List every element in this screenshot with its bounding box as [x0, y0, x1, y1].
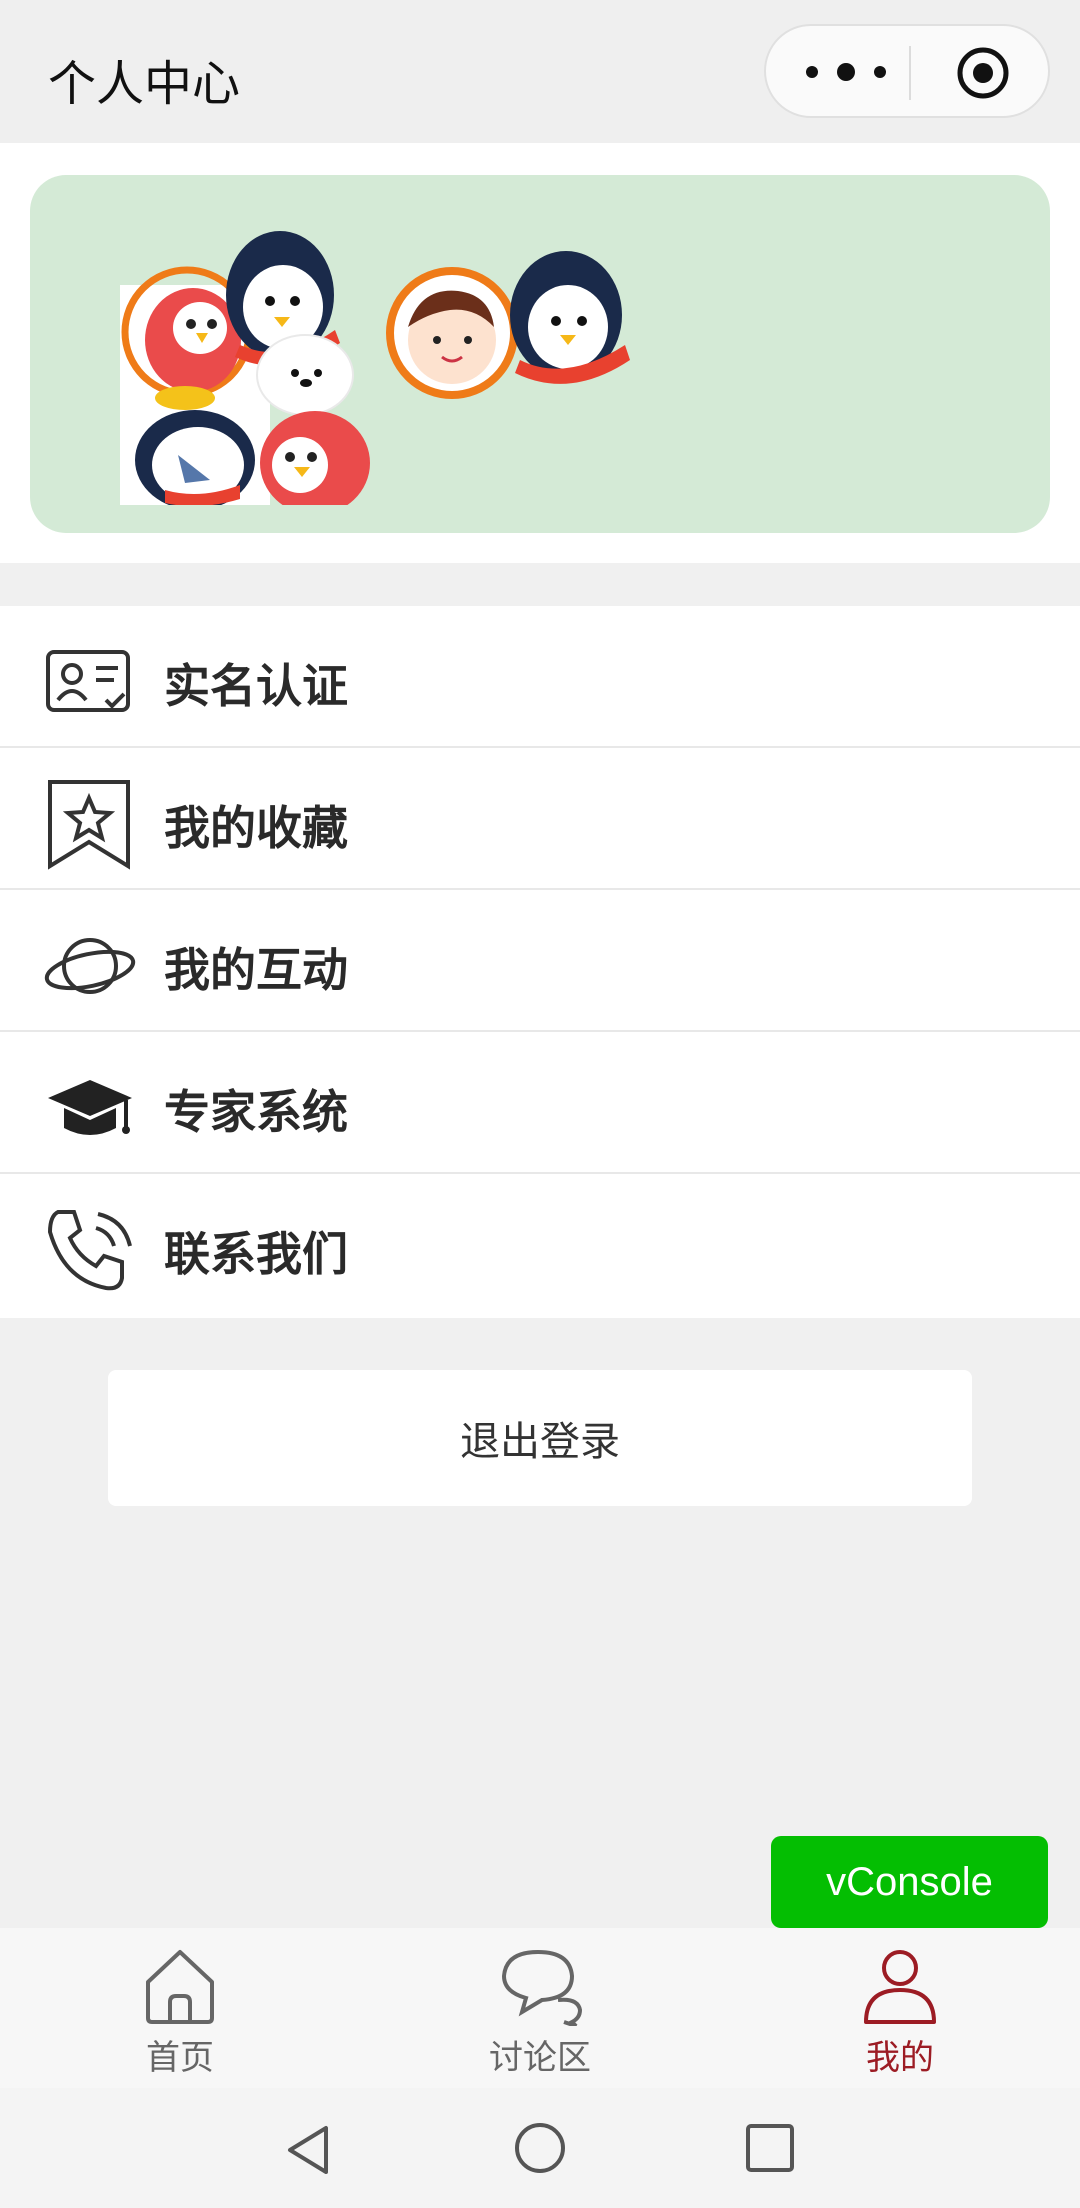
- chat-bubbles-icon: [501, 1949, 582, 2026]
- menu-item-favorites[interactable]: 我的收藏: [0, 748, 1080, 890]
- system-navigation-bar: [0, 2088, 1080, 2208]
- tab-label: 讨论区: [489, 2038, 591, 2078]
- user-icon: [864, 1950, 936, 2024]
- back-triangle-icon[interactable]: [282, 2122, 338, 2178]
- banner-section: [0, 143, 1080, 563]
- phone-icon: [47, 1210, 132, 1291]
- recents-square-icon[interactable]: [742, 2120, 798, 2176]
- menu-item-label: 我的收藏: [164, 801, 348, 855]
- menu-list: 实名认证 我的收藏 我的互动 专家系统 联系我们: [0, 606, 1080, 1318]
- bookmark-star-icon: [48, 780, 130, 870]
- tab-home[interactable]: 首页: [70, 1928, 290, 2088]
- menu-item-label: 专家系统: [164, 1085, 348, 1139]
- logout-button[interactable]: 退出登录: [108, 1370, 972, 1506]
- home-icon: [146, 1950, 214, 2024]
- capsule-divider: [909, 46, 911, 100]
- cartoon-avatars-illustration: [120, 231, 630, 505]
- menu-item-label: 我的互动: [164, 943, 348, 997]
- banner-card: [30, 175, 1050, 533]
- tab-label: 首页: [146, 2038, 214, 2078]
- more-dots-icon[interactable]: [806, 52, 886, 92]
- page-title: 个人中心: [48, 56, 241, 112]
- top-bar: 个人中心: [0, 0, 1080, 143]
- id-card-icon: [46, 650, 130, 712]
- menu-item-label: 实名认证: [164, 659, 348, 713]
- menu-item-interactions[interactable]: 我的互动: [0, 890, 1080, 1032]
- home-circle-icon[interactable]: [512, 2120, 568, 2176]
- vconsole-button[interactable]: vConsole: [771, 1836, 1048, 1928]
- tab-label: 我的: [866, 2038, 934, 2078]
- menu-item-contact-us[interactable]: 联系我们: [0, 1174, 1080, 1318]
- tab-mine[interactable]: 我的: [790, 1928, 1010, 2088]
- menu-item-real-name[interactable]: 实名认证: [0, 606, 1080, 748]
- tab-bar: 首页 讨论区 我的: [0, 1928, 1080, 2088]
- graduation-cap-icon: [48, 1080, 132, 1135]
- mini-program-capsule: [764, 24, 1050, 118]
- menu-item-label: 联系我们: [164, 1227, 348, 1281]
- planet-icon: [44, 938, 136, 994]
- tab-discussion[interactable]: 讨论区: [430, 1928, 650, 2088]
- menu-item-expert-system[interactable]: 专家系统: [0, 1032, 1080, 1174]
- target-icon[interactable]: [956, 46, 1010, 100]
